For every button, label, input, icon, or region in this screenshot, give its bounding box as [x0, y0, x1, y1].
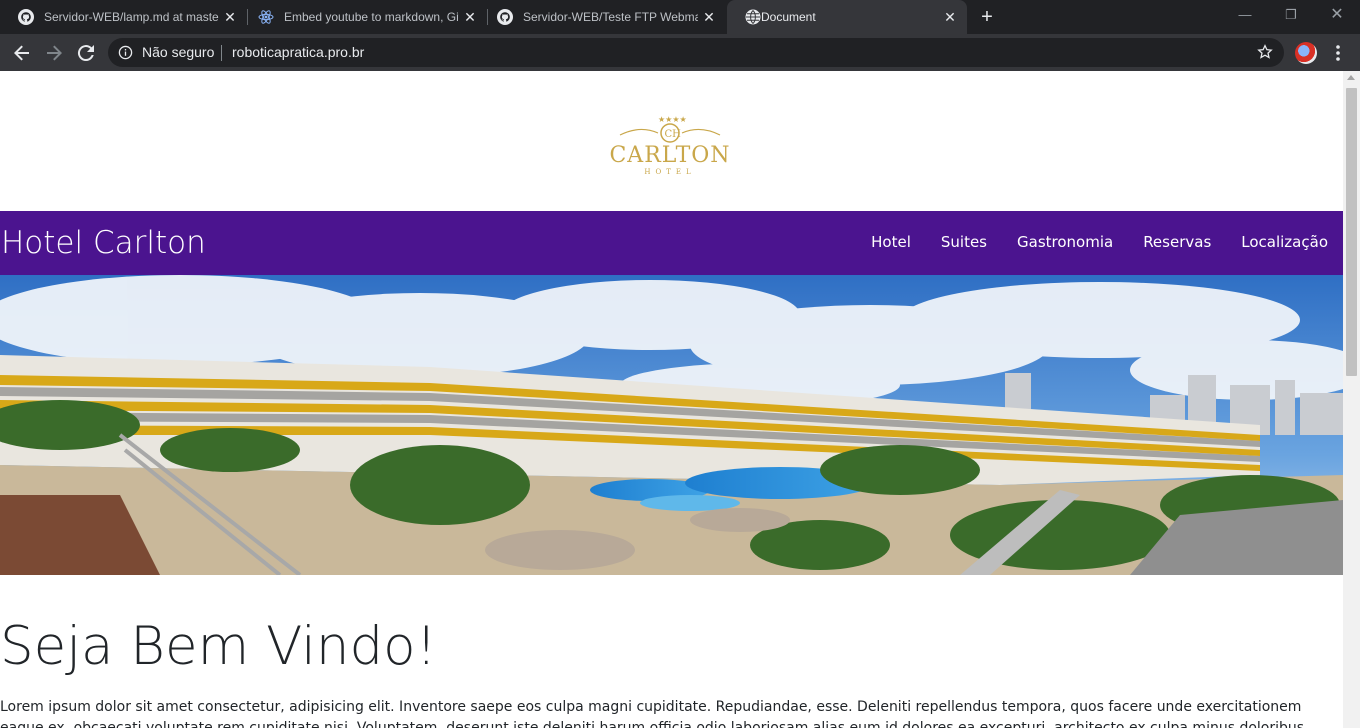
- browser-tab-1[interactable]: Servidor-WEB/lamp.md at master ✕: [0, 0, 247, 34]
- bookmark-star-icon[interactable]: [1256, 43, 1274, 61]
- profile-avatar[interactable]: [1295, 42, 1317, 64]
- nav-link-reservas[interactable]: Reservas: [1143, 233, 1211, 251]
- tab-title: Embed youtube to markdown, GitHub: [284, 10, 459, 24]
- nav-links: Hotel Suites Gastronomia Reservas Locali…: [841, 233, 1328, 251]
- close-window-button[interactable]: ✕: [1314, 4, 1360, 30]
- carlton-logo: ★★★★ CH CARLTON HOTEL: [600, 113, 740, 179]
- url-text[interactable]: roboticapratica.pro.br: [232, 44, 364, 60]
- intro-paragraph: Lorem ipsum dolor sit amet consectetur, …: [0, 699, 1305, 728]
- address-bar[interactable]: Não seguro roboticapratica.pro.br: [108, 38, 1284, 67]
- more-vert-icon[interactable]: [1330, 43, 1346, 63]
- browser-tab-3[interactable]: Servidor-WEB/Teste FTP Webmaster ✕: [479, 0, 726, 34]
- close-tab-icon[interactable]: ✕: [461, 8, 479, 26]
- browser-tab-4-active[interactable]: Document ✕: [727, 0, 967, 34]
- page-viewport: ★★★★ CH CARLTON HOTEL Hotel Carlton Hote…: [0, 71, 1343, 728]
- react-icon: [258, 10, 274, 24]
- github-icon: [18, 9, 34, 25]
- restore-button[interactable]: ❐: [1268, 4, 1314, 30]
- tab-title: Servidor-WEB/Teste FTP Webmaster: [523, 10, 698, 24]
- nav-link-localizacao[interactable]: Localização: [1241, 233, 1328, 251]
- security-label[interactable]: Não seguro: [142, 44, 214, 60]
- browser-tab-2[interactable]: Embed youtube to markdown, GitHub ✕: [240, 0, 487, 34]
- site-navbar: Hotel Carlton Hotel Suites Gastronomia R…: [0, 211, 1343, 275]
- browser-toolbar: Não seguro roboticapratica.pro.br: [0, 34, 1360, 71]
- scroll-up-arrow-icon[interactable]: [1347, 75, 1355, 80]
- close-tab-icon[interactable]: ✕: [700, 8, 718, 26]
- nav-link-gastronomia[interactable]: Gastronomia: [1017, 233, 1113, 251]
- browser-tabstrip: Servidor-WEB/lamp.md at master ✕ Embed y…: [0, 0, 1360, 34]
- logo-subtitle: HOTEL: [644, 168, 696, 176]
- svg-text:★★★★: ★★★★: [658, 115, 687, 124]
- back-icon[interactable]: [10, 41, 34, 65]
- globe-icon: [745, 9, 761, 25]
- omnibox-divider: [221, 45, 222, 61]
- new-tab-button[interactable]: +: [977, 7, 997, 27]
- close-tab-icon[interactable]: ✕: [221, 8, 239, 26]
- tab-title: Servidor-WEB/lamp.md at master: [44, 10, 219, 24]
- scrollbar-thumb[interactable]: [1346, 88, 1357, 376]
- nav-link-hotel[interactable]: Hotel: [871, 233, 911, 251]
- github-icon: [497, 9, 513, 25]
- info-icon[interactable]: [118, 45, 133, 60]
- welcome-heading: Seja Bem Vindo!: [0, 616, 437, 677]
- close-tab-icon[interactable]: ✕: [941, 8, 959, 26]
- svg-text:CH: CH: [665, 129, 682, 140]
- nav-link-suites[interactable]: Suites: [941, 233, 987, 251]
- minimize-button[interactable]: —: [1222, 4, 1268, 30]
- site-brand[interactable]: Hotel Carlton: [1, 225, 206, 261]
- forward-icon[interactable]: [42, 41, 66, 65]
- page-scrollbar[interactable]: [1343, 71, 1360, 728]
- logo-wordmark: CARLTON: [609, 143, 731, 168]
- logo-crest-icon: ★★★★ CH: [619, 115, 721, 143]
- tab-title: Document: [761, 10, 816, 24]
- hero-hotel-image: [0, 275, 1343, 575]
- reload-icon[interactable]: [74, 41, 98, 65]
